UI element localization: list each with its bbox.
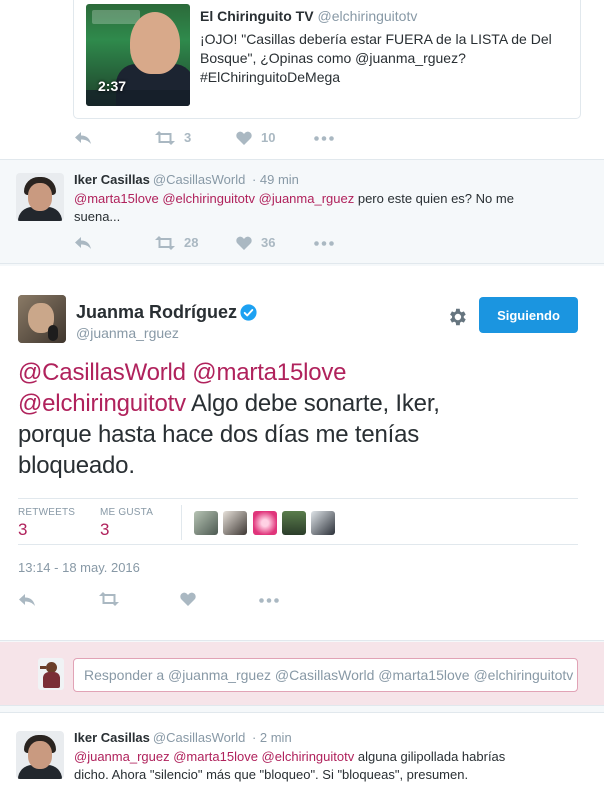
quoted-tweet-text: ¡OJO! "Casillas debería estar FUERA de l… — [200, 30, 570, 87]
more-button[interactable] — [314, 136, 334, 141]
reply-tweet[interactable]: Iker Casillas @CasillasWorld · 2 min @jua… — [0, 712, 604, 796]
author-name[interactable]: Iker Casillas — [74, 172, 150, 187]
reply-icon — [19, 594, 35, 606]
liker-avatar[interactable] — [253, 511, 277, 535]
reply-button[interactable] — [74, 235, 92, 251]
main-tweet: Juanma Rodríguez @juanma_rguez Siguiendo… — [0, 266, 604, 641]
quoted-hashtag[interactable]: #ElChiringuitoDeMega — [200, 68, 570, 87]
author-name[interactable]: Juanma Rodríguez — [76, 302, 237, 323]
like-count: 10 — [261, 130, 276, 145]
heart-icon — [180, 592, 196, 606]
video-thumbnail[interactable]: 2:37 — [86, 4, 190, 106]
text-segment: alguna gilipollada habrías — [354, 749, 506, 764]
text-line: dicho. Ahora "silencio" más que "bloqueo… — [74, 767, 469, 782]
verified-badge-icon — [240, 304, 257, 321]
text-line: bloqueado. — [18, 452, 135, 479]
more-button[interactable] — [259, 598, 279, 603]
text-segment: pero este quien es? No me — [354, 191, 514, 206]
author-handle[interactable]: @juanma_rguez — [76, 325, 179, 341]
avatar[interactable] — [16, 731, 64, 779]
more-button[interactable] — [314, 241, 334, 246]
liker-avatar[interactable] — [194, 511, 218, 535]
quoted-author-handle[interactable]: @elchiringuitotv — [318, 8, 418, 24]
tweet-time[interactable]: · 49 min — [252, 172, 299, 187]
tweet-text: @juanma_rguez @marta15love @elchiringuit… — [74, 748, 594, 784]
retweet-icon — [99, 592, 119, 606]
reply-tweet[interactable]: Iker Casillas @CasillasWorld · 49 min @ma… — [0, 161, 604, 264]
liker-avatar[interactable] — [223, 511, 247, 535]
mention-links[interactable]: @marta15love @elchiringuitotv @juanma_rg… — [74, 191, 354, 206]
like-button[interactable]: 10 — [236, 130, 275, 145]
retweet-button[interactable] — [99, 592, 119, 606]
more-dots-icon — [314, 136, 334, 141]
tweet-time[interactable]: · 2 min — [252, 730, 292, 745]
reply-icon — [75, 237, 91, 249]
quoted-author-name[interactable]: El Chiringuito TV — [200, 8, 314, 24]
liker-avatar[interactable] — [282, 511, 306, 535]
like-button[interactable]: 36 — [236, 235, 275, 250]
quoted-text-line: Bosque", ¿Opinas como @juanma_rguez? — [200, 50, 466, 66]
avatar[interactable] — [18, 295, 66, 343]
gear-icon[interactable] — [446, 306, 468, 328]
tweet-text: @CasillasWorld @marta15love @elchiringui… — [18, 357, 588, 481]
retweet-button[interactable]: 3 — [155, 130, 191, 145]
tweet-text: @marta15love @elchiringuitotv @juanma_rg… — [74, 190, 574, 226]
retweet-button[interactable]: 28 — [155, 235, 198, 250]
more-dots-icon — [314, 241, 334, 246]
author-handle[interactable]: @CasillasWorld — [153, 172, 245, 187]
retweet-icon — [155, 235, 175, 250]
retweets-label: RETWEETS — [18, 507, 76, 518]
mention-links[interactable]: @juanma_rguez @marta15love @elchiringuit… — [74, 749, 354, 764]
reply-button[interactable] — [18, 592, 36, 608]
retweet-count: 28 — [184, 235, 199, 250]
author-handle[interactable]: @CasillasWorld — [153, 730, 245, 745]
heart-icon — [236, 236, 252, 250]
mention-link[interactable]: @marta15love — [192, 359, 346, 386]
text-segment: Algo debe sonarte, Iker, — [185, 390, 440, 417]
like-count: 36 — [261, 235, 276, 250]
like-button[interactable] — [180, 592, 196, 606]
tweet-actions: 28 36 — [0, 235, 604, 255]
tweet-stats: RETWEETS 3 ME GUSTA 3 — [18, 498, 578, 545]
reply-input[interactable]: Responder a @juanma_rguez @CasillasWorld… — [73, 658, 578, 692]
reply-icon — [75, 132, 91, 144]
video-duration: 2:37 — [98, 78, 127, 94]
retweets-count[interactable]: 3 — [18, 520, 27, 540]
retweet-count: 3 — [184, 130, 192, 145]
user-avatar[interactable] — [38, 658, 64, 690]
reply-button[interactable] — [74, 130, 92, 146]
mention-link[interactable]: @elchiringuitotv — [18, 390, 186, 417]
avatar[interactable] — [16, 173, 64, 221]
tweet-actions — [0, 592, 604, 612]
author-name[interactable]: Iker Casillas — [74, 730, 150, 745]
text-line: porque hasta hace dos días me tenías — [18, 421, 420, 448]
heart-icon — [236, 131, 252, 145]
text-line: suena... — [74, 209, 121, 224]
quoted-text-line: ¡OJO! "Casillas debería estar FUERA de l… — [200, 31, 552, 47]
likes-count[interactable]: 3 — [100, 520, 109, 540]
tweet-actions: 3 10 — [0, 130, 604, 150]
retweet-icon — [155, 130, 175, 145]
following-button[interactable]: Siguiendo — [479, 297, 578, 333]
quoted-tweet-card[interactable]: 2:37 El Chiringuito TV @elchiringuitotv ¡… — [73, 0, 581, 119]
parent-tweet[interactable]: 2:37 El Chiringuito TV @elchiringuitotv ¡… — [0, 0, 604, 160]
liker-avatar[interactable] — [311, 511, 335, 535]
reply-compose: Responder a @juanma_rguez @CasillasWorld… — [0, 642, 604, 706]
likes-label: ME GUSTA — [100, 507, 154, 518]
more-dots-icon — [259, 598, 279, 603]
divider — [181, 505, 182, 540]
tweet-timestamp[interactable]: 13:14 - 18 may. 2016 — [18, 560, 140, 575]
mention-link[interactable]: @CasillasWorld — [18, 359, 186, 386]
